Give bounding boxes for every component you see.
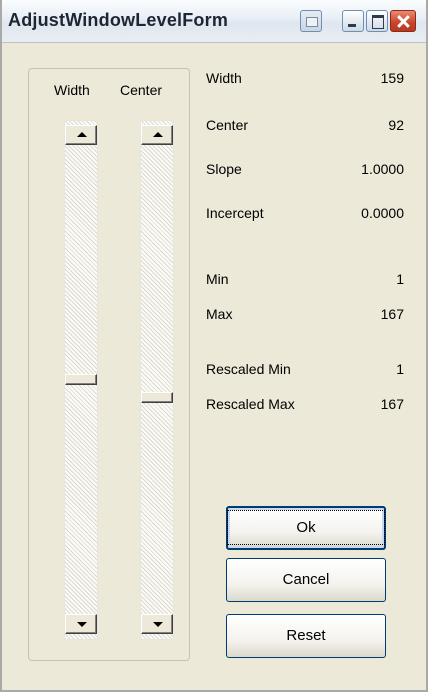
arrow-down-icon [77,622,87,627]
center-scroll-down-button[interactable] [141,614,173,634]
ok-button-label: Ok [227,510,385,545]
cancel-button[interactable]: Cancel [226,558,386,602]
rescaled-min-label: Rescaled Min [206,361,291,377]
width-slider-label: Width [54,82,90,98]
min-label: Min [206,271,229,287]
adjust-window-level-form: AdjustWindowLevelForm Width Center Width… [0,0,428,692]
rescaled-max-value: 167 [380,396,404,412]
width-scroll-up-button[interactable] [65,125,97,145]
max-label: Max [206,306,233,322]
close-button[interactable] [390,10,416,32]
maximize-button[interactable] [366,10,388,32]
center-value: 92 [388,117,404,133]
reset-button[interactable]: Reset [226,614,386,658]
intercept-value: 0.0000 [361,205,404,221]
center-slider-label: Center [120,82,163,98]
width-scroll-down-button[interactable] [65,614,97,634]
system-menu-icon[interactable] [300,10,322,32]
center-scrollbar[interactable] [140,120,174,640]
slope-value: 1.0000 [361,161,404,177]
center-scroll-up-button[interactable] [141,125,173,145]
rescaled-max-label: Rescaled Max [206,396,295,412]
ok-button[interactable]: Ok [226,506,386,550]
width-scroll-thumb[interactable] [65,374,97,385]
intercept-label: Incercept [206,205,264,221]
arrow-up-icon [77,132,87,137]
center-label: Center [206,117,249,133]
width-label: Width [206,70,242,86]
title-bar[interactable]: AdjustWindowLevelForm [2,0,426,43]
min-value: 1 [396,271,404,287]
arrow-down-icon [153,622,163,627]
window-title: AdjustWindowLevelForm [8,10,229,30]
center-scroll-thumb[interactable] [141,392,173,403]
minimize-button[interactable] [342,10,364,32]
slope-label: Slope [206,161,242,177]
rescaled-min-value: 1 [396,361,404,377]
max-value: 167 [380,306,404,322]
width-value: 159 [380,70,404,86]
arrow-up-icon [153,132,163,137]
